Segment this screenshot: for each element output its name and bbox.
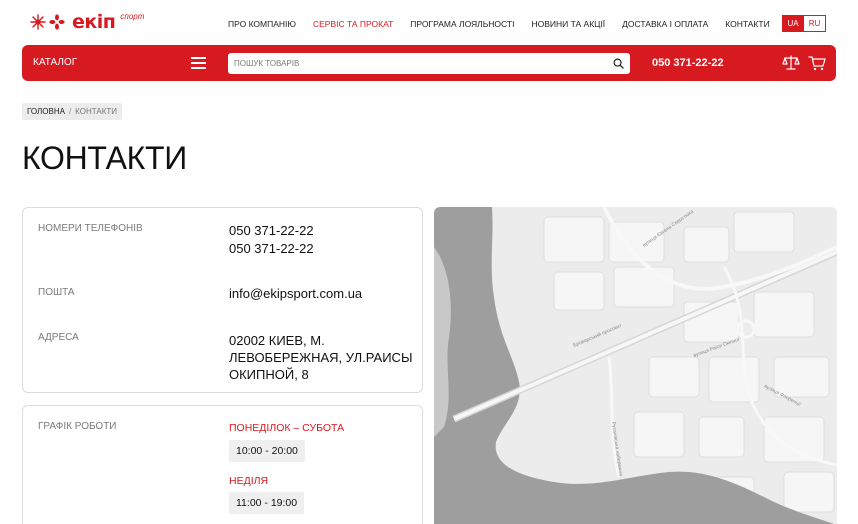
nav-delivery[interactable]: ДОСТАВКА І ОПЛАТА [622,19,708,29]
logo-subtitle: спорт [120,11,145,21]
page-title: КОНТАКТИ [22,140,187,176]
search-input[interactable] [228,53,598,74]
weekday-hours: 10:00 - 20:00 [229,440,305,462]
nav-loyalty[interactable]: ПРОГРАМА ЛОЯЛЬНОСТІ [410,19,514,29]
address-text: 02002 КИЕВ, М. ЛЕВОБЕРЕЖНАЯ, УЛ.РАИСЫ ОК… [229,333,413,382]
catalog-button[interactable]: КАТАЛОГ [33,57,77,68]
sunday-hours: 11:00 - 19:00 [229,492,305,514]
contacts-card: НОМЕРИ ТЕЛЕФОНІВ 050 371-22-22 050 371-2… [22,207,423,393]
menu-icon[interactable] [191,57,206,69]
location-map[interactable]: Бровар­ський проспект вулиця Раїси Окіпн… [434,207,837,524]
phone-2[interactable]: 050 371-22-22 [229,240,314,257]
header-phone[interactable]: 050 371-22-22 [652,57,724,69]
lang-ru-button[interactable]: RU [804,15,826,32]
scales-icon[interactable] [782,54,800,72]
top-header: екіп спорт ПРО КОМПАНІЮ СЕРВІС ТА ПРОКАТ… [0,0,858,44]
logo-sun-icon [30,14,46,30]
nav-service[interactable]: СЕРВІС ТА ПРОКАТ [313,19,393,29]
site-logo[interactable]: екіп спорт [30,12,144,32]
email-label: ПОШТА [38,287,75,298]
lang-ua-button[interactable]: UA [782,15,804,32]
search-icon[interactable] [613,58,624,69]
main-nav: ПРО КОМПАНІЮ СЕРВІС ТА ПРОКАТ ПРОГРАМА Л… [228,19,787,29]
nav-news[interactable]: НОВИНИ ТА АКЦІЇ [531,19,605,29]
phones-label: НОМЕРИ ТЕЛЕФОНІВ [38,223,143,234]
phone-1[interactable]: 050 371-22-22 [229,222,314,239]
breadcrumb-separator: / [68,107,72,116]
breadcrumb-home[interactable]: ГОЛОВНА [27,107,65,116]
cart-icon[interactable] [808,54,826,72]
weekday-label: ПОНЕДІЛОК – СУБОТА [229,422,345,434]
logo-flower-icon [49,14,65,30]
catalog-bar: КАТАЛОГ 050 371-22-22 [22,45,836,81]
schedule-label: ГРАФІК РОБОТИ [38,421,117,432]
nav-about[interactable]: ПРО КОМПАНІЮ [228,19,296,29]
email-link[interactable]: info@ekipsport.com.ua [229,285,362,302]
schedule-card: ГРАФІК РОБОТИ ПОНЕДІЛОК – СУБОТА 10:00 -… [22,405,423,524]
nav-contacts[interactable]: КОНТАКТИ [725,19,769,29]
breadcrumb: ГОЛОВНА / КОНТАКТИ [22,103,122,120]
sunday-label: НЕДІЛЯ [229,475,269,487]
language-switch: UA RU [782,15,826,32]
map-canvas: Бровар­ський проспект вулиця Раїси Окіпн… [434,207,837,524]
search-box [228,53,630,74]
address-label: АДРЕСА [38,332,79,343]
logo-wordmark: екіп [72,11,116,33]
breadcrumb-current: КОНТАКТИ [75,107,117,116]
